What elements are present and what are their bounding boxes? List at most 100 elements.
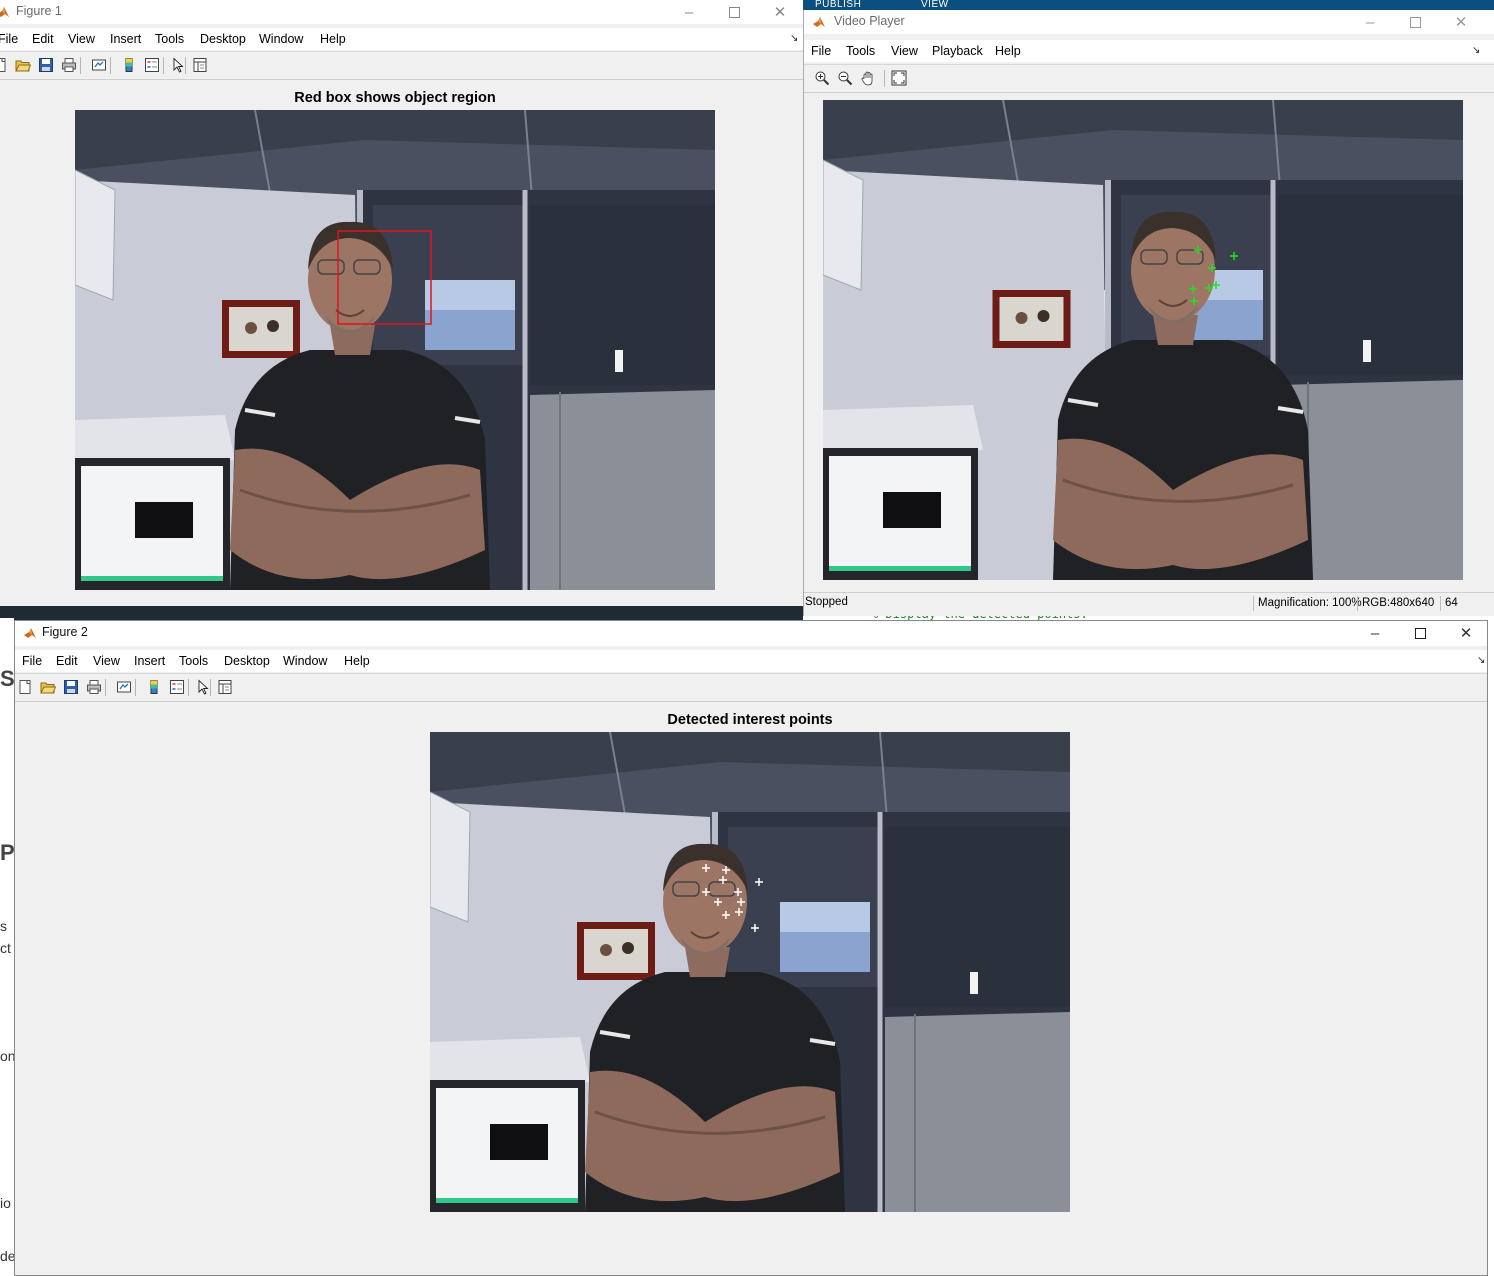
menu-playback[interactable]: Playback	[932, 44, 983, 58]
save-icon[interactable]	[38, 57, 54, 73]
insert-colorbar-icon[interactable]	[146, 679, 162, 695]
menu-help[interactable]: Help	[344, 654, 370, 668]
sky-cloud	[425, 280, 515, 310]
link-plot-icon[interactable]	[116, 679, 132, 695]
tab-publish[interactable]: PUBLISH	[815, 0, 861, 10]
picture-photo	[229, 307, 293, 351]
monitor-glow	[81, 576, 223, 581]
video-player-menubar: File Tools View Playback Help ↘	[804, 40, 1494, 62]
menu-view[interactable]: View	[68, 32, 95, 46]
paper-roll	[75, 169, 116, 301]
toolbar-separator	[80, 57, 81, 74]
toolbar-separator	[185, 57, 186, 74]
figure1-titlebar[interactable]: Figure 1 – ✕	[0, 0, 803, 24]
figure2-titlebar[interactable]: Figure 2 – ✕	[15, 621, 1487, 646]
zoom-out-icon[interactable]	[837, 70, 853, 86]
property-inspector-icon[interactable]	[217, 679, 233, 695]
menu-help[interactable]: Help	[320, 32, 346, 46]
maximize-icon[interactable]	[1397, 621, 1443, 645]
matlab-logo-icon	[0, 7, 9, 17]
window-title: Video Player	[834, 14, 905, 28]
toolbar-separator	[105, 679, 106, 696]
close-icon[interactable]: ✕	[1438, 10, 1484, 34]
menu-tools[interactable]: Tools	[846, 44, 875, 58]
video-frame	[823, 100, 1463, 580]
menu-file[interactable]: File	[22, 654, 42, 668]
close-icon[interactable]: ✕	[757, 0, 803, 24]
menu-file[interactable]: File	[811, 44, 831, 58]
dock-arrow-icon[interactable]: ↘	[1472, 45, 1480, 56]
light-fixture	[970, 972, 978, 994]
save-icon[interactable]	[63, 679, 79, 695]
menu-edit[interactable]: Edit	[32, 32, 54, 46]
insert-colorbar-icon[interactable]	[121, 57, 137, 73]
print-icon[interactable]	[86, 679, 102, 695]
menu-insert[interactable]: Insert	[110, 32, 141, 46]
maximize-icon[interactable]	[1392, 10, 1438, 34]
photo-person	[245, 322, 257, 334]
new-figure-icon[interactable]	[0, 57, 8, 73]
menu-edit[interactable]: Edit	[56, 654, 78, 668]
window-title: Figure 1	[16, 4, 62, 18]
photo-person	[622, 942, 634, 954]
axes-title: Detected interest points	[667, 712, 833, 728]
edit-plot-icon[interactable]	[195, 679, 211, 695]
close-icon[interactable]: ✕	[1443, 621, 1489, 645]
sky-cloud	[780, 902, 870, 932]
bg-text-fragment: s	[0, 918, 7, 934]
menu-view[interactable]: View	[93, 654, 120, 668]
background-panel-right	[1488, 618, 1494, 1276]
bg-text-fragment: on	[0, 1048, 14, 1064]
light-fixture	[615, 350, 623, 372]
minimize-icon[interactable]: –	[1352, 621, 1398, 645]
menu-desktop[interactable]: Desktop	[224, 654, 270, 668]
link-plot-icon[interactable]	[91, 57, 107, 73]
toolbar-separator	[163, 57, 164, 74]
dock-arrow-icon[interactable]: ↘	[1477, 655, 1485, 666]
menu-tools[interactable]: Tools	[179, 654, 208, 668]
minimize-icon[interactable]: –	[1347, 10, 1393, 34]
axes-title: Red box shows object region	[294, 90, 496, 106]
image-info-readout: RGB:480x640	[1357, 596, 1438, 611]
fit-to-window-icon[interactable]	[891, 70, 907, 86]
menu-window[interactable]: Window	[259, 32, 303, 46]
zoom-in-icon[interactable]	[814, 70, 830, 86]
property-inspector-icon[interactable]	[192, 57, 208, 73]
insert-legend-icon[interactable]	[169, 679, 185, 695]
menu-help[interactable]: Help	[995, 44, 1021, 58]
toolbar-separator	[188, 679, 189, 696]
figure1-toolbar	[0, 51, 803, 80]
maximize-icon[interactable]	[711, 0, 757, 24]
dock-arrow-icon[interactable]: ↘	[790, 33, 798, 44]
tab-view[interactable]: VIEW	[921, 0, 949, 10]
insert-legend-icon[interactable]	[144, 57, 160, 73]
window-title: Figure 2	[42, 625, 88, 639]
menu-insert[interactable]: Insert	[134, 654, 165, 668]
figure1-image	[75, 110, 715, 590]
frame-number-readout: 64	[1440, 596, 1489, 611]
open-file-icon[interactable]	[40, 679, 56, 695]
photo-person	[267, 320, 279, 332]
menu-tools[interactable]: Tools	[155, 32, 184, 46]
figure1-menubar: File Edit View Insert Tools Desktop Wind…	[0, 28, 803, 50]
new-figure-icon[interactable]	[17, 679, 33, 695]
video-player-toolbar	[804, 64, 1494, 93]
toolbar-separator	[135, 679, 136, 696]
magnification-readout: Magnification: 100%	[1253, 596, 1366, 611]
monitor-glow	[436, 1198, 578, 1203]
minimize-icon[interactable]: –	[666, 0, 712, 24]
video-player-statusbar: Stopped Magnification: 100% RGB:480x640 …	[804, 592, 1494, 613]
bg-text-fragment: S	[0, 666, 14, 691]
print-icon[interactable]	[61, 57, 77, 73]
menu-file[interactable]: File	[0, 32, 18, 46]
picture-photo	[999, 297, 1064, 341]
menu-desktop[interactable]: Desktop	[200, 32, 246, 46]
figure1-window: Figure 1 – ✕ File Edit View Insert Tools…	[0, 0, 803, 606]
open-file-icon[interactable]	[15, 57, 31, 73]
figure2-menubar: File Edit View Insert Tools Desktop Wind…	[15, 650, 1487, 672]
edit-plot-icon[interactable]	[170, 57, 186, 73]
video-player-titlebar[interactable]: Video Player – ✕	[804, 10, 1494, 34]
pan-icon[interactable]	[860, 70, 876, 86]
menu-window[interactable]: Window	[283, 654, 327, 668]
menu-view[interactable]: View	[891, 44, 918, 58]
